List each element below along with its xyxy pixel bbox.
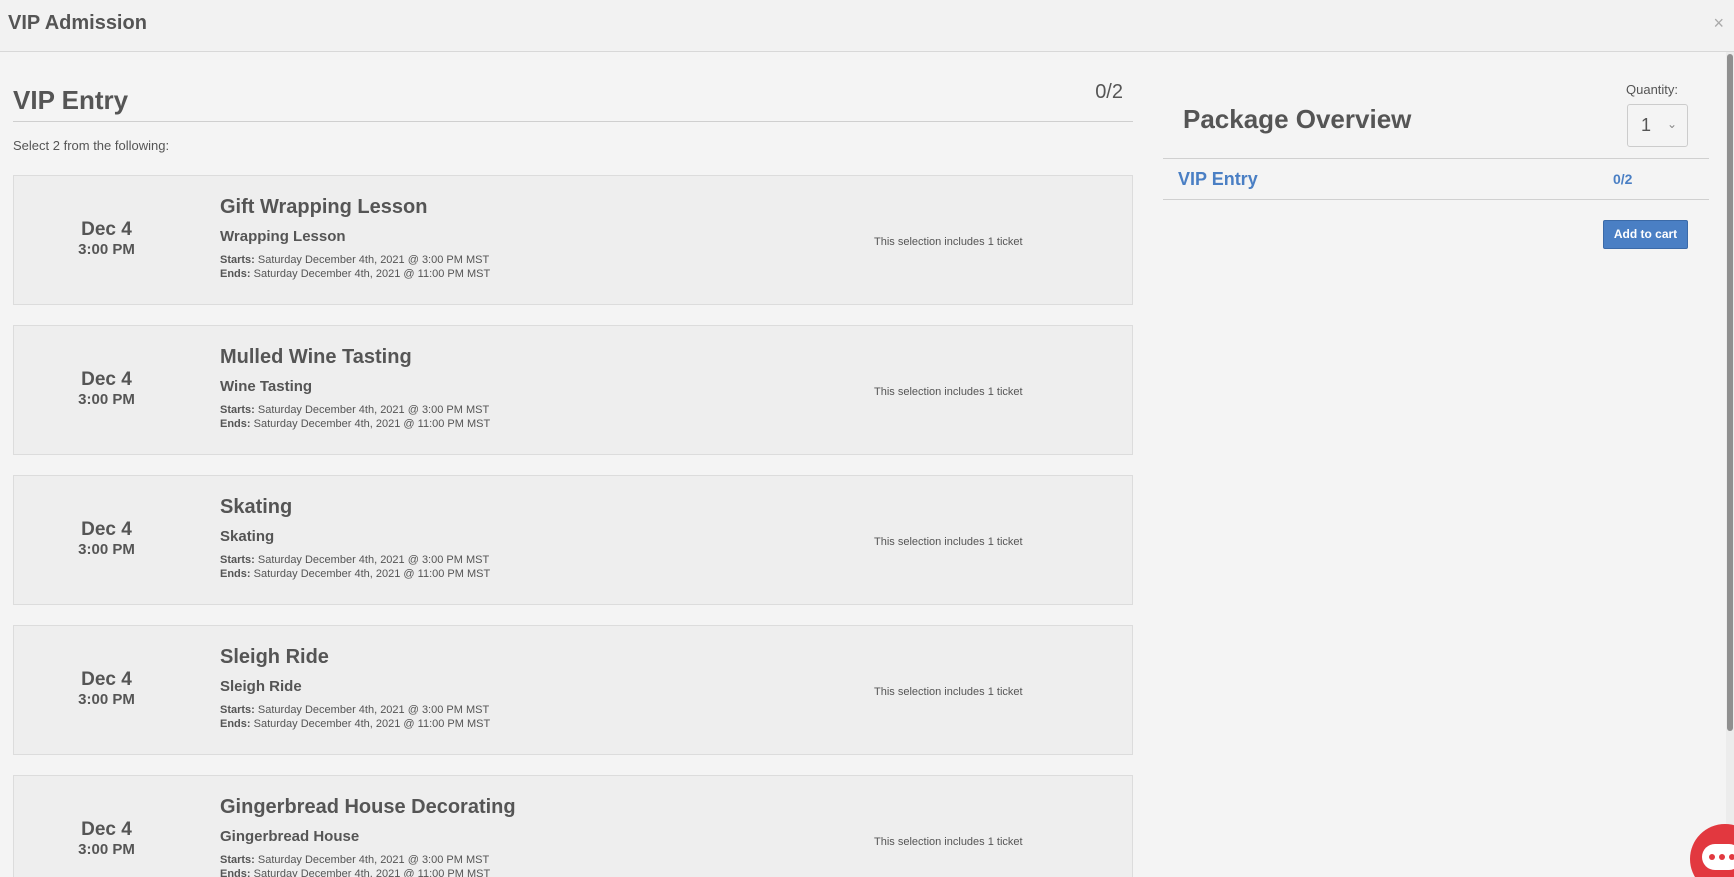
event-subtitle: Gingerbread House [220, 828, 360, 845]
selection-hint: Select 2 from the following: [13, 138, 170, 153]
quantity-value: 1 [1641, 115, 1652, 135]
event-ends: Ends: Saturday December 4th, 2021 @ 11:0… [220, 267, 490, 281]
event-starts-label: Starts: [220, 554, 255, 566]
event-name: Gingerbread House Decorating [220, 796, 516, 818]
event-starts-label: Starts: [220, 704, 255, 716]
event-starts-value: Saturday December 4th, 2021 @ 3:00 PM MS… [257, 554, 490, 566]
event-date-time: 3:00 PM [78, 691, 135, 708]
event-date-day: Dec 4 [81, 669, 132, 690]
event-starts: Starts: Saturday December 4th, 2021 @ 3:… [220, 703, 490, 717]
event-info: Mulled Wine Tasting Wine Tasting Starts: S… [220, 346, 490, 431]
event-subtitle: Wine Tasting [220, 378, 313, 395]
event-subtitle: Sleigh Ride [220, 678, 302, 695]
section-title: VIP Entry [13, 85, 129, 115]
section-header: VIP Entry 0/2 [13, 52, 1133, 122]
event-date-day: Dec 4 [81, 219, 132, 240]
event-starts: Starts: Saturday December 4th, 2021 @ 3:… [220, 553, 490, 567]
modal-header: VIP Admission × [0, 0, 1734, 52]
chat-icon[interactable] [1690, 824, 1734, 877]
event-name: Skating [220, 496, 293, 518]
event-ends-label: Ends: [220, 568, 251, 580]
event-starts: Starts: Saturday December 4th, 2021 @ 3:… [220, 853, 516, 867]
event-date: Dec 4 3:00 PM [14, 219, 199, 258]
modal-title: VIP Admission [8, 12, 147, 34]
event-includes: This selection includes 1 ticket [874, 686, 1023, 698]
event-subtitle: Wrapping Lesson [220, 228, 346, 245]
chevron-down-icon: ⌄ [1666, 117, 1677, 131]
event-starts-label: Starts: [220, 854, 255, 866]
event-ends-value: Saturday December 4th, 2021 @ 11:00 PM M… [253, 418, 491, 430]
event-starts-value: Saturday December 4th, 2021 @ 3:00 PM MS… [257, 254, 490, 266]
event-name: Gift Wrapping Lesson [220, 196, 428, 218]
quantity-label: Quantity: [1626, 82, 1679, 97]
event-date-time: 3:00 PM [78, 541, 135, 558]
event-ends: Ends: Saturday December 4th, 2021 @ 11:0… [220, 567, 490, 581]
event-card[interactable]: Dec 4 3:00 PM Mulled Wine Tasting Wine Tast… [13, 325, 1133, 455]
event-name: Mulled Wine Tasting [220, 346, 412, 368]
package-item-link[interactable]: VIP Entry [1178, 169, 1258, 190]
scrollbar[interactable] [1726, 52, 1734, 877]
close-icon[interactable]: × [1713, 13, 1724, 34]
event-info: Gingerbread House Decorating Gingerbread … [220, 796, 516, 877]
event-ends-value: Saturday December 4th, 2021 @ 11:00 PM M… [253, 868, 491, 877]
event-card[interactable]: Dec 4 3:00 PM Gift Wrapping Lesson Wrapping… [13, 175, 1133, 305]
event-subtitle: Skating [220, 528, 275, 545]
event-includes: This selection includes 1 ticket [874, 236, 1023, 248]
event-starts: Starts: Saturday December 4th, 2021 @ 3:… [220, 253, 490, 267]
event-ends-value: Saturday December 4th, 2021 @ 11:00 PM M… [253, 718, 491, 730]
event-includes: This selection includes 1 ticket [874, 836, 1023, 848]
event-includes: This selection includes 1 ticket [874, 536, 1023, 548]
event-starts-label: Starts: [220, 404, 255, 416]
event-starts-value: Saturday December 4th, 2021 @ 3:00 PM MS… [257, 404, 490, 416]
event-includes: This selection includes 1 ticket [874, 386, 1023, 398]
add-to-cart-button[interactable]: Add to cart [1603, 220, 1688, 249]
event-starts-label: Starts: [220, 254, 255, 266]
scrollbar-thumb[interactable] [1727, 54, 1733, 731]
event-ends: Ends: Saturday December 4th, 2021 @ 11:0… [220, 867, 516, 877]
package-item-row: VIP Entry 0/2 [1163, 158, 1709, 200]
event-starts-value: Saturday December 4th, 2021 @ 3:00 PM MS… [257, 854, 490, 866]
event-ends-label: Ends: [220, 268, 251, 280]
event-ends-label: Ends: [220, 418, 251, 430]
event-date: Dec 4 3:00 PM [14, 819, 199, 858]
event-ends-label: Ends: [220, 718, 251, 730]
selection-counter: 0/2 [1095, 81, 1123, 103]
event-date-day: Dec 4 [81, 819, 132, 840]
quantity-select[interactable]: 1 ⌄ [1627, 104, 1688, 147]
event-info: Sleigh Ride Sleigh Ride Starts: Saturday D… [220, 646, 490, 731]
event-ends: Ends: Saturday December 4th, 2021 @ 11:0… [220, 417, 490, 431]
event-date: Dec 4 3:00 PM [14, 519, 199, 558]
event-card[interactable]: Dec 4 3:00 PM Skating Skating Starts: Saturd… [13, 475, 1133, 605]
event-starts: Starts: Saturday December 4th, 2021 @ 3:… [220, 403, 490, 417]
event-date-day: Dec 4 [81, 369, 132, 390]
event-date-time: 3:00 PM [78, 391, 135, 408]
event-starts-value: Saturday December 4th, 2021 @ 3:00 PM MS… [257, 704, 490, 716]
chat-bubble [1702, 844, 1734, 870]
selection-panel: VIP Entry 0/2 Select 2 from the followin… [13, 52, 1133, 877]
event-ends: Ends: Saturday December 4th, 2021 @ 11:0… [220, 717, 490, 731]
event-date: Dec 4 3:00 PM [14, 669, 199, 708]
event-name: Sleigh Ride [220, 646, 329, 668]
event-ends-value: Saturday December 4th, 2021 @ 11:00 PM M… [253, 268, 491, 280]
event-ends-label: Ends: [220, 868, 251, 877]
event-card[interactable]: Dec 4 3:00 PM Gingerbread House Decorating… [13, 775, 1133, 877]
event-card[interactable]: Dec 4 3:00 PM Sleigh Ride Sleigh Ride Starts… [13, 625, 1133, 755]
event-date: Dec 4 3:00 PM [14, 369, 199, 408]
event-info: Gift Wrapping Lesson Wrapping Lesson Start… [220, 196, 490, 281]
package-overview-title: Package Overview [1183, 104, 1412, 134]
event-info: Skating Skating Starts: Saturday December … [220, 496, 490, 581]
event-ends-value: Saturday December 4th, 2021 @ 11:00 PM M… [253, 568, 491, 580]
event-date-day: Dec 4 [81, 519, 132, 540]
package-item-count: 0/2 [1613, 171, 1633, 187]
event-date-time: 3:00 PM [78, 241, 135, 258]
event-date-time: 3:00 PM [78, 841, 135, 858]
